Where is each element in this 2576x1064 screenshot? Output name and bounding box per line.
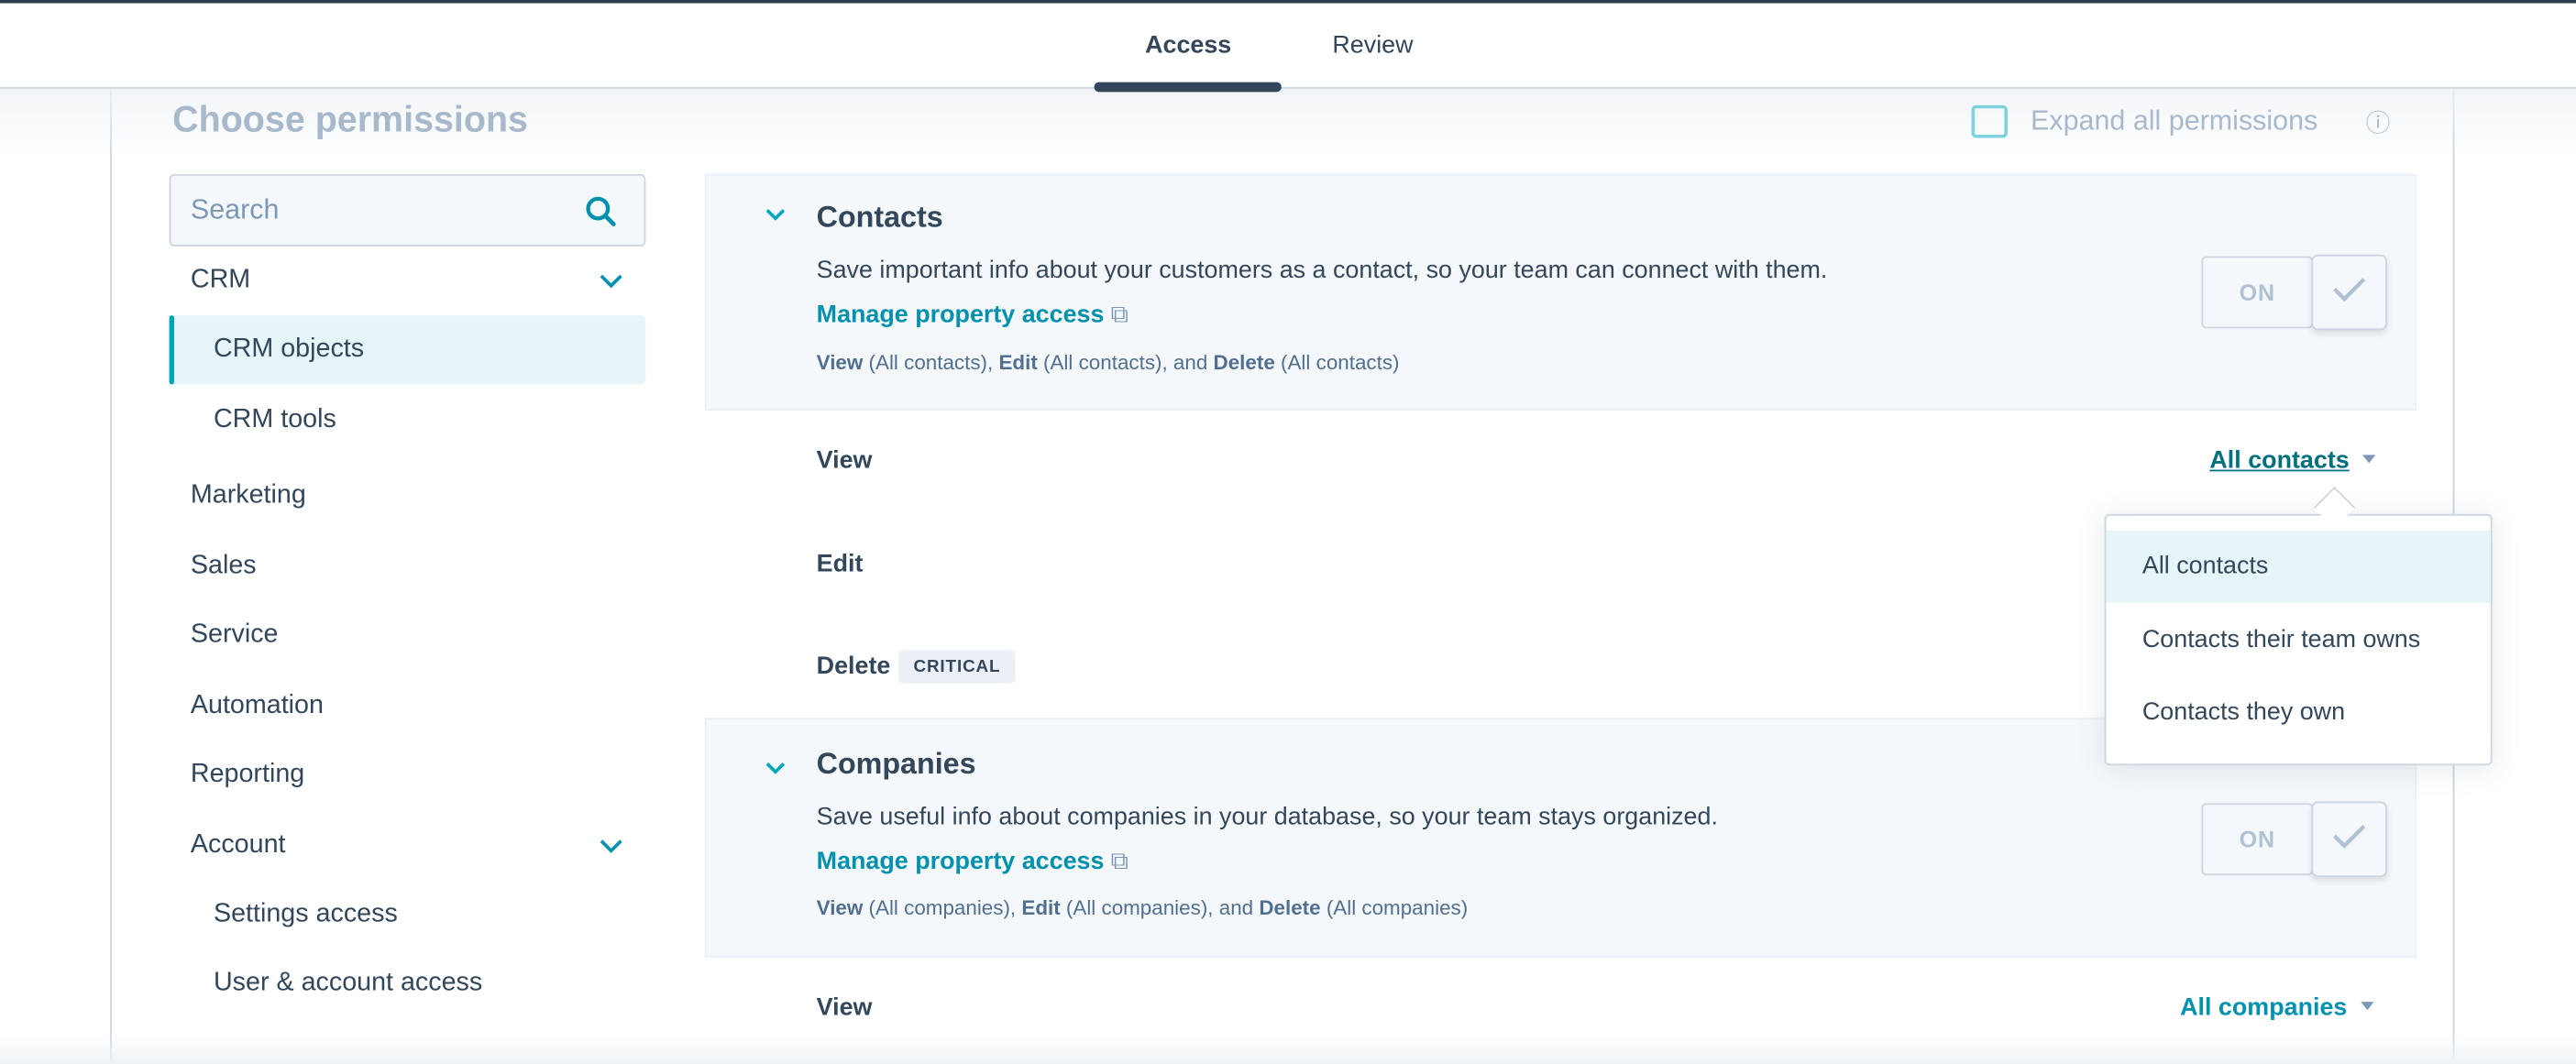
search-input[interactable]: [190, 193, 553, 227]
chevron-down-icon[interactable]: [765, 203, 786, 226]
sidebar-item-label: Settings access: [213, 900, 398, 928]
row-view-label: View: [816, 993, 873, 1022]
toggle-on-label[interactable]: ON: [2201, 803, 2314, 876]
tab-review[interactable]: Review: [1332, 31, 1413, 59]
summary-edit-scope: (All contacts), and: [1037, 351, 1214, 375]
summary-view-scope: (All companies),: [863, 896, 1022, 920]
manage-property-access-link[interactable]: Manage property access ⧉: [817, 848, 1128, 875]
summary-delete: Delete: [1259, 896, 1321, 920]
section-title: Contacts: [816, 200, 943, 234]
dropdown-value: All contacts: [2209, 446, 2350, 475]
search-box[interactable]: [169, 173, 646, 247]
chevron-down-icon: [600, 247, 622, 315]
summary-delete: Delete: [1213, 351, 1275, 375]
sidebar-item-account[interactable]: Account: [170, 811, 646, 880]
row-view-label: View: [816, 446, 873, 475]
sidebar-item-reporting[interactable]: Reporting: [170, 740, 646, 809]
sidebar-item-label: Service: [190, 620, 279, 649]
summary-view: View: [816, 896, 864, 920]
section-contacts: Contacts Save important info about your …: [704, 173, 2417, 411]
link-label: Manage property access: [816, 300, 1105, 329]
sidebar-item-label: CRM objects: [213, 335, 365, 364]
sidebar-item-label: Sales: [190, 552, 257, 580]
chevron-down-icon: [600, 811, 622, 880]
bottom-shadow: [0, 1035, 2576, 1064]
dropdown-value: All companies: [2180, 993, 2348, 1022]
sidebar-item-settings-access[interactable]: Settings access: [170, 881, 646, 949]
summary-delete-scope: (All companies): [1320, 896, 1469, 920]
active-tab-indicator: [1094, 82, 1282, 93]
checkmark-icon: [2333, 824, 2366, 849]
sidebar-item-crm-tools[interactable]: CRM tools: [170, 386, 646, 455]
info-icon: ⓘ: [2365, 110, 2391, 138]
option-contacts-team-owns[interactable]: Contacts their team owns: [2106, 604, 2490, 676]
row-edit-label: Edit: [816, 550, 864, 578]
sidebar-item-sales[interactable]: Sales: [170, 532, 646, 601]
section-description: Save important info about your customers…: [816, 256, 1828, 285]
sidebar-item-label: CRM tools: [213, 405, 336, 434]
row-delete-label: Delete CRITICAL: [816, 650, 1016, 684]
sidebar-item-service[interactable]: Service: [170, 601, 646, 670]
caret-down-icon: [2362, 455, 2376, 464]
sidebar-item-marketing[interactable]: Marketing: [170, 462, 646, 531]
header-tabs: Access Review: [0, 3, 2576, 89]
sidebar-item-label: User & account access: [213, 969, 483, 997]
expand-all-checkbox[interactable]: [1971, 104, 2008, 138]
sidebar-item-crm-objects[interactable]: CRM objects: [169, 315, 646, 385]
scope-dropdown-menu: All contacts Contacts their team owns Co…: [2104, 513, 2493, 766]
caret-down-icon: [2360, 1002, 2374, 1011]
sidebar-item-label: Automation: [190, 691, 324, 719]
view-scope-dropdown[interactable]: All contacts: [2209, 446, 2376, 475]
view-scope-dropdown[interactable]: All companies: [2180, 993, 2374, 1022]
external-link-icon: ⧉: [1110, 847, 1128, 876]
toggle-check-button[interactable]: [2311, 254, 2387, 331]
page-title: Choose permissions: [172, 98, 528, 140]
summary-view: View: [816, 351, 864, 375]
critical-badge: CRITICAL: [898, 650, 1016, 684]
option-all-contacts[interactable]: All contacts: [2106, 530, 2491, 603]
section-title: Companies: [816, 747, 976, 781]
sidebar-item-label: Account: [190, 830, 286, 860]
sidebar-item-label: Reporting: [190, 760, 305, 789]
manage-property-access-link[interactable]: Manage property access ⧉: [817, 301, 1128, 328]
summary-edit: Edit: [998, 351, 1038, 375]
section-description: Save useful info about companies in your…: [816, 803, 1718, 831]
checkmark-icon: [2333, 278, 2366, 302]
link-label: Manage property access: [816, 847, 1105, 876]
sidebar-item-crm[interactable]: CRM: [170, 247, 646, 315]
sidebar-item-automation[interactable]: Automation: [170, 672, 646, 740]
permission-summary: View (All contacts), Edit (All contacts)…: [817, 352, 1400, 375]
toggle-check-button[interactable]: [2311, 801, 2387, 877]
search-icon[interactable]: [585, 195, 618, 228]
sidebar-item-label: CRM: [190, 266, 251, 294]
chevron-down-icon[interactable]: [765, 757, 786, 780]
summary-edit: Edit: [1021, 896, 1061, 920]
tab-access[interactable]: Access: [1145, 31, 1231, 59]
summary-view-scope: (All contacts),: [863, 351, 999, 375]
expand-all-label: Expand all permissions: [2031, 104, 2318, 137]
option-contacts-they-own[interactable]: Contacts they own: [2106, 676, 2490, 749]
summary-edit-scope: (All companies), and: [1060, 896, 1260, 920]
external-link-icon: ⧉: [1110, 300, 1128, 329]
summary-delete-scope: (All contacts): [1274, 351, 1400, 375]
toggle-on-label[interactable]: ON: [2201, 256, 2314, 329]
sidebar-item-user-account-access[interactable]: User & account access: [170, 949, 646, 1018]
sidebar-item-label: Marketing: [190, 481, 306, 510]
delete-label: Delete: [816, 652, 891, 680]
permission-summary: View (All companies), Edit (All companie…: [817, 896, 1469, 919]
